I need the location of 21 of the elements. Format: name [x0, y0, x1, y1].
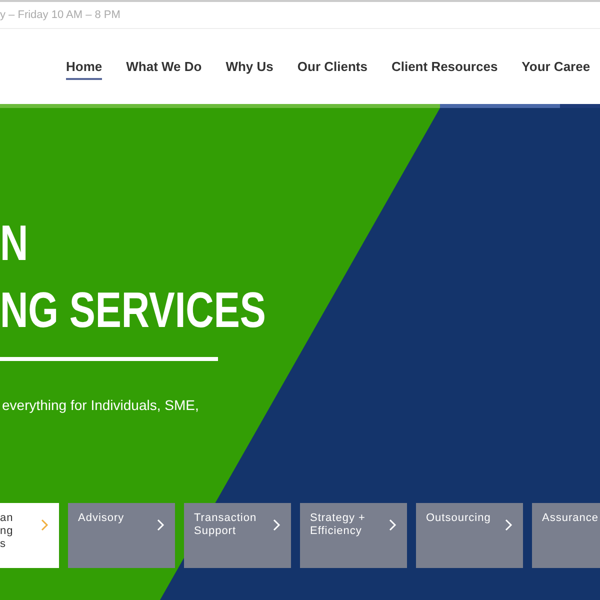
- service-card[interactable]: Transaction Support: [184, 503, 291, 568]
- nav-link[interactable]: What We Do: [126, 55, 202, 80]
- chevron-icon: [273, 519, 281, 531]
- nav-link[interactable]: Client Resources: [391, 55, 498, 80]
- service-card[interactable]: Assurance: [532, 503, 600, 568]
- nav-link[interactable]: Our Clients: [297, 55, 368, 80]
- chevron-icon: [41, 519, 49, 531]
- nav-link[interactable]: Your Caree: [522, 55, 590, 80]
- service-card[interactable]: Strategy + Efficiency: [300, 503, 407, 568]
- subtitle-text: everything for Individuals, SME,: [1, 397, 200, 413]
- nav-link[interactable]: Home: [66, 55, 102, 80]
- chevron-icon: [389, 519, 397, 531]
- service-card[interactable]: an ng s: [0, 503, 59, 568]
- service-card[interactable]: Advisory: [68, 503, 175, 568]
- service-card[interactable]: Outsourcing: [416, 503, 523, 568]
- chevron-icon: [157, 519, 165, 531]
- headline-text: N: [0, 218, 28, 268]
- nav-link[interactable]: Why Us: [226, 55, 274, 80]
- opening-hours-text: y – Friday 10 AM – 8 PM: [0, 8, 120, 23]
- chevron-icon: [505, 519, 513, 531]
- headline-text: NG SERVICES: [0, 285, 266, 335]
